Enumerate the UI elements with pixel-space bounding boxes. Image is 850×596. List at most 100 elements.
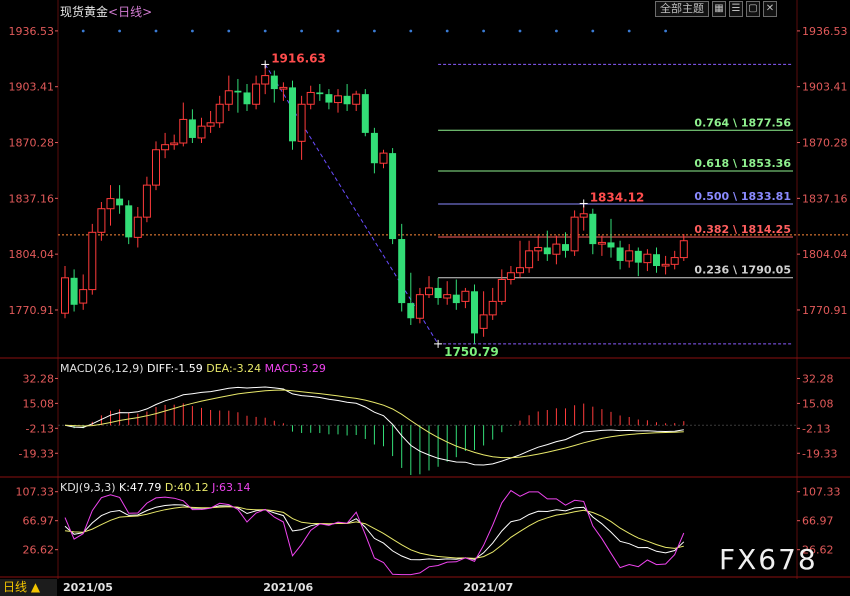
price-annotation: 1834.12 — [590, 190, 645, 204]
candle-body — [679, 240, 688, 259]
kdj-d-value: D:40.12 — [165, 481, 212, 494]
candle-body — [306, 91, 315, 105]
fib-level-label: 0.500 \ 1833.81 — [694, 190, 791, 203]
event-dot — [118, 29, 121, 33]
macd-legend: MACD(26,12,9) DIFF:-1.59 DEA:-3.24 MACD:… — [60, 362, 326, 375]
candle-body — [525, 250, 534, 269]
kdj-j-value: J:63.14 — [211, 481, 250, 494]
candle-body — [161, 144, 170, 151]
candle-body — [125, 205, 133, 238]
candle-body — [625, 250, 634, 262]
candle-body — [661, 263, 670, 267]
fib-level-label: 0.236 \ 1790.05 — [694, 264, 791, 277]
x-axis-label: 2021/07 — [463, 581, 513, 594]
candle-body — [570, 216, 579, 252]
candle-body — [133, 216, 142, 238]
candle-body — [452, 294, 460, 304]
candle-body — [616, 247, 624, 261]
fib-level-label: 0.764 \ 1877.56 — [694, 116, 791, 129]
event-dot — [300, 29, 303, 33]
candle-body — [289, 87, 296, 142]
y-tick-label-left: 1870.28 — [9, 137, 55, 150]
fib-level-label: 0.382 \ 1814.25 — [694, 223, 791, 236]
candle-body — [398, 239, 406, 304]
y-tick-label-right: 1804.04 — [802, 248, 848, 261]
candle-body — [197, 125, 206, 139]
candle-body — [361, 94, 369, 133]
period-tab[interactable]: 日线 ▲ — [0, 579, 57, 596]
candle-body — [407, 303, 415, 319]
candle-body — [434, 287, 442, 299]
candle-body — [370, 132, 378, 164]
event-dot — [263, 29, 267, 33]
candle-body — [670, 257, 679, 265]
macd-dea-value: DEA:-3.24 — [206, 362, 264, 375]
y-tick-label-right: 1837.16 — [802, 192, 848, 205]
kdj-k-line — [64, 504, 685, 561]
candle-body — [97, 208, 106, 233]
kdj-j-line — [64, 489, 685, 576]
event-dot — [627, 29, 631, 33]
candle-body — [415, 294, 424, 319]
candle-body — [243, 92, 251, 105]
kdj-params: KDJ(9,3,3) — [60, 481, 119, 494]
candle-body — [562, 244, 569, 251]
y-tick-label-right: 32.28 — [802, 372, 834, 385]
macd-diff-value: DIFF:-1.59 — [147, 362, 206, 375]
candle-body — [297, 103, 306, 142]
candle-body — [461, 290, 470, 302]
event-dot — [482, 29, 485, 33]
y-tick-label-right: 15.08 — [802, 397, 834, 410]
y-tick-label-left: 1804.04 — [9, 248, 55, 261]
candle-body — [270, 75, 278, 90]
watermark: FX678 — [719, 543, 818, 576]
macd-value: MACD:3.29 — [265, 362, 326, 375]
candle-body — [543, 247, 551, 255]
candle-body — [79, 289, 88, 304]
event-dot — [336, 29, 340, 33]
fib-level-label: 0.618 \ 1853.36 — [694, 157, 791, 170]
event-dot — [81, 29, 85, 33]
candle-body — [506, 272, 515, 280]
kdj-legend: KDJ(9,3,3) K:47.79 D:40.12 J:63.14 — [60, 481, 251, 494]
y-tick-label-left: 32.28 — [23, 372, 55, 385]
event-dot — [664, 29, 667, 33]
candle-body — [443, 294, 452, 299]
candle-body — [261, 75, 270, 85]
event-dot — [591, 29, 595, 33]
candle-body — [552, 243, 561, 255]
candle-body — [589, 213, 597, 245]
event-dot — [154, 29, 158, 33]
macd-params: MACD(26,12,9) — [60, 362, 147, 375]
candle-body — [516, 267, 524, 274]
y-tick-label-right: 1903.41 — [802, 81, 848, 94]
candle-body — [252, 83, 261, 105]
event-dot — [518, 29, 522, 33]
kdj-k-value: K:47.79 — [119, 481, 165, 494]
candle-body — [234, 90, 242, 93]
y-tick-label-left: 1837.16 — [9, 192, 55, 205]
price-annotation: 1916.63 — [271, 51, 326, 65]
y-tick-label-right: 66.97 — [802, 515, 834, 528]
event-dot — [409, 29, 413, 33]
candle-body — [142, 184, 151, 218]
candle-body — [479, 314, 488, 329]
candle-body — [343, 95, 351, 105]
macd-dea-line — [64, 389, 684, 459]
y-tick-label-right: -2.13 — [802, 422, 830, 435]
candle-body — [215, 103, 224, 124]
candle-body — [597, 241, 606, 245]
candle-body — [634, 250, 642, 263]
candle-body — [179, 118, 188, 144]
y-tick-label-right: 107.33 — [802, 486, 841, 499]
candle-body — [325, 94, 333, 103]
candle-body — [579, 213, 588, 218]
y-tick-label-left: 1936.53 — [9, 25, 55, 38]
event-dot — [373, 29, 376, 33]
candle-body — [88, 231, 97, 291]
y-tick-label-left: 107.33 — [16, 486, 55, 499]
y-tick-label-right: 1870.28 — [802, 137, 848, 150]
candle-body — [170, 142, 179, 146]
y-tick-label-right: 1770.91 — [802, 304, 848, 317]
event-dot — [191, 29, 194, 33]
